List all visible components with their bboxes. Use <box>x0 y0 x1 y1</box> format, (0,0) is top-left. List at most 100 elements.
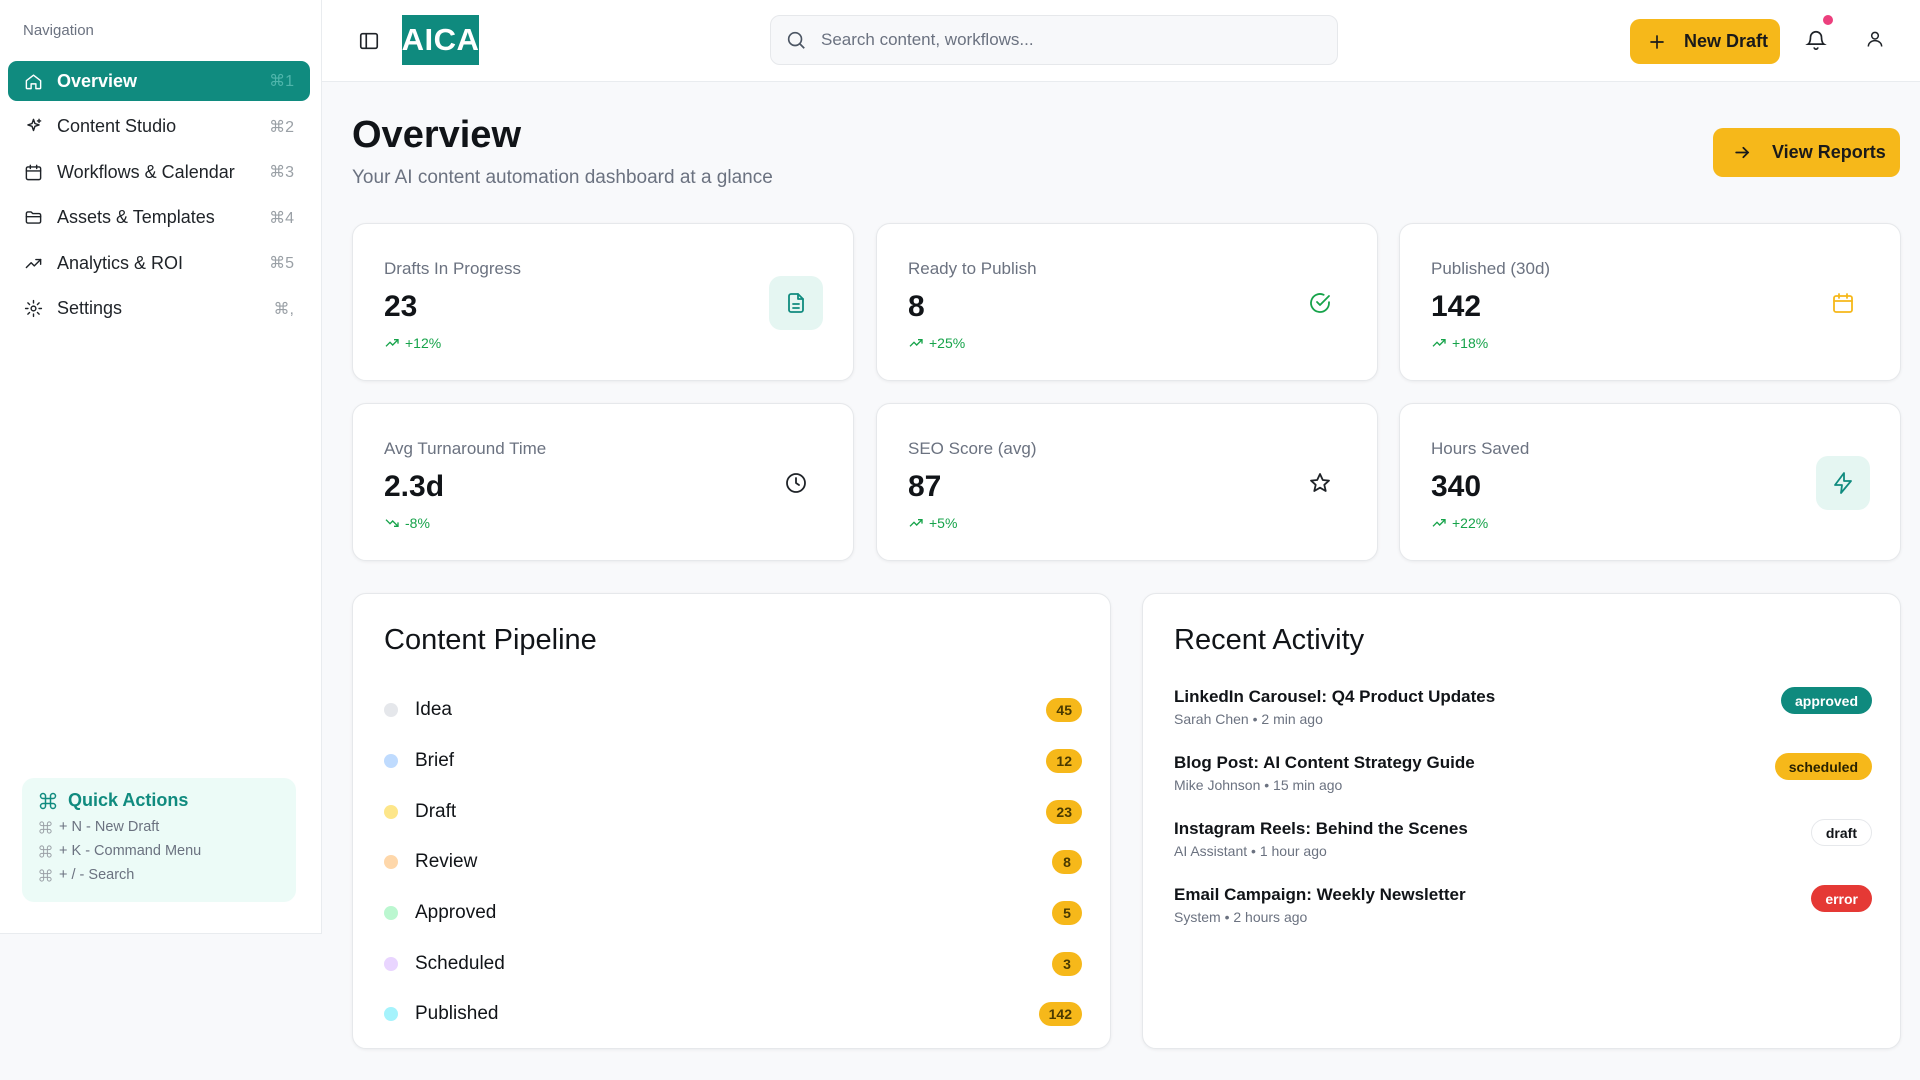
activity-title: LinkedIn Carousel: Q4 Product Updates <box>1174 687 1496 706</box>
stat-label: Hours Saved <box>1431 439 1530 458</box>
stat-card-ready-to-publish[interactable]: Ready to Publish 8 +25% <box>876 223 1378 381</box>
quick-action-text: + / - Search <box>59 867 135 883</box>
sidebar-item-overview[interactable]: Overview ⌘1 <box>8 61 310 101</box>
activity-title: Email Campaign: Weekly Newsletter <box>1174 885 1466 904</box>
stage-label: Approved <box>415 902 497 924</box>
stage-dot <box>384 855 398 870</box>
pipeline-title: Content Pipeline <box>384 624 597 656</box>
stat-trend-value: +25% <box>929 335 966 351</box>
stat-trend: -8% <box>384 515 430 531</box>
top-header: AICA New Draft <box>322 0 1920 82</box>
sidebar-item-label: Analytics & ROI <box>57 252 184 273</box>
trending-up-icon <box>22 252 44 274</box>
new-draft-label: New Draft <box>1684 31 1769 51</box>
sidebar-item-shortcut: ⌘4 <box>269 209 294 227</box>
stat-value: 8 <box>908 290 925 323</box>
notifications-button[interactable] <box>1805 15 1833 53</box>
stat-label: Drafts In Progress <box>384 259 521 278</box>
trending-up-icon <box>909 339 923 347</box>
activity-item[interactable]: LinkedIn Carousel: Q4 Product Updates Sar… <box>1174 687 1872 753</box>
stat-card-drafts-in-progress[interactable]: Drafts In Progress 23 +12% <box>352 223 854 381</box>
trending-down-icon <box>385 519 399 527</box>
stage-count-badge: 8 <box>1052 850 1082 875</box>
pipeline-row-approved[interactable]: Approved 5 <box>384 888 1082 939</box>
quick-actions-title-text: Quick Actions <box>68 790 189 810</box>
search-bar[interactable] <box>770 15 1338 65</box>
stat-card-seo-score-avg[interactable]: SEO Score (avg) 87 +5% <box>876 403 1378 561</box>
sidebar-item-assets-templates[interactable]: Assets & Templates ⌘4 <box>8 198 310 238</box>
sidebar-item-shortcut: ⌘2 <box>269 118 294 136</box>
view-reports-button[interactable]: View Reports <box>1713 128 1900 177</box>
stage-dot <box>384 906 398 921</box>
pipeline-row-draft[interactable]: Draft 23 <box>384 786 1082 837</box>
activity-meta: Mike Johnson • 15 min ago <box>1174 777 1343 793</box>
stat-label: SEO Score (avg) <box>908 439 1037 458</box>
stat-trend-value: +5% <box>929 515 958 531</box>
pipeline-row-idea[interactable]: Idea 45 <box>384 685 1082 736</box>
stat-card-published-30d[interactable]: Published (30d) 142 +18% <box>1399 223 1901 381</box>
activity-title: Instagram Reels: Behind the Scenes <box>1174 819 1468 838</box>
search-icon <box>787 31 805 49</box>
sidebar-item-label: Content Studio <box>57 116 177 136</box>
stat-trend-value: +12% <box>405 335 442 351</box>
stat-trend: +22% <box>1431 515 1488 531</box>
sidebar-item-analytics-roi[interactable]: Analytics & ROI ⌘5 <box>8 243 310 283</box>
sidebar-item-content-studio[interactable]: Content Studio ⌘2 <box>8 107 310 147</box>
stat-trend-value: +22% <box>1452 515 1489 531</box>
quick-actions-panel: Quick Actions + N - New Draft + K - Comm… <box>22 778 296 902</box>
quick-action-line-command-menu: + K - Command Menu <box>38 843 296 859</box>
quick-action-text: + K - Command Menu <box>59 843 202 859</box>
activity-item[interactable]: Instagram Reels: Behind the Scenes AI Ass… <box>1174 819 1872 885</box>
clock-icon <box>769 456 823 510</box>
sidebar-item-shortcut: ⌘3 <box>269 164 294 181</box>
pipeline-row-brief[interactable]: Brief 12 <box>384 736 1082 787</box>
sidebar-item-workflows-calendar[interactable]: Workflows & Calendar ⌘3 <box>8 152 310 192</box>
command-icon <box>39 792 57 809</box>
calendar-icon <box>1816 276 1870 330</box>
stat-value: 142 <box>1431 290 1482 323</box>
stat-label: Ready to Publish <box>908 259 1037 278</box>
app-logo[interactable]: AICA <box>402 15 479 65</box>
stage-count-badge: 12 <box>1046 749 1082 774</box>
pipeline-row-scheduled[interactable]: Scheduled 3 <box>384 938 1082 989</box>
new-draft-button[interactable]: New Draft <box>1630 19 1780 64</box>
stat-card-avg-turnaround-time[interactable]: Avg Turnaround Time 2.3d -8% <box>352 403 854 561</box>
nav-list: Overview ⌘1 Content Studio ⌘2 Workflows & Ca… <box>8 61 310 334</box>
stage-count-badge: 142 <box>1038 1002 1082 1027</box>
quick-action-line-new-draft: + N - New Draft <box>38 819 296 835</box>
activity-list: LinkedIn Carousel: Q4 Product Updates Sar… <box>1174 687 1872 951</box>
gear-icon <box>22 298 44 320</box>
stage-label: Published <box>415 1003 499 1025</box>
star-icon <box>1293 456 1347 510</box>
sidebar-item-settings[interactable]: Settings ⌘, <box>8 289 310 329</box>
status-badge: error <box>1811 885 1872 912</box>
sidebar-toggle-button[interactable] <box>358 30 380 52</box>
stat-value: 340 <box>1431 470 1482 503</box>
stat-value: 87 <box>908 470 942 503</box>
sidebar: Navigation Overview ⌘1 Content Studio ⌘2 Wor… <box>0 0 322 934</box>
quick-action-text: + N - New Draft <box>59 819 160 835</box>
activity-item[interactable]: Blog Post: AI Content Strategy Guide Mike… <box>1174 753 1872 819</box>
activity-item[interactable]: Email Campaign: Weekly Newsletter System … <box>1174 885 1872 951</box>
status-badge: approved <box>1780 687 1872 714</box>
stat-value: 23 <box>384 290 418 323</box>
stat-trend: +25% <box>908 335 965 351</box>
search-input[interactable] <box>821 30 1301 50</box>
sidebar-toggle-icon <box>359 32 379 50</box>
stage-label: Scheduled <box>415 952 505 974</box>
calendar-icon <box>22 161 44 183</box>
pipeline-row-published[interactable]: Published 142 <box>384 989 1082 1040</box>
stage-count-badge: 45 <box>1046 698 1082 723</box>
pipeline-row-review[interactable]: Review 8 <box>384 837 1082 888</box>
quick-action-line-search: + / - Search <box>38 867 296 883</box>
command-icon <box>39 844 52 858</box>
stat-card-hours-saved[interactable]: Hours Saved 340 +22% <box>1399 403 1901 561</box>
command-icon <box>39 868 52 882</box>
trending-up-icon <box>385 339 399 347</box>
view-reports-label: View Reports <box>1772 142 1886 162</box>
stat-trend: +5% <box>908 515 957 531</box>
folder-icon <box>22 207 44 229</box>
document-icon <box>769 276 823 330</box>
user-profile-button[interactable] <box>1865 29 1889 53</box>
stat-value: 2.3d <box>384 470 445 503</box>
